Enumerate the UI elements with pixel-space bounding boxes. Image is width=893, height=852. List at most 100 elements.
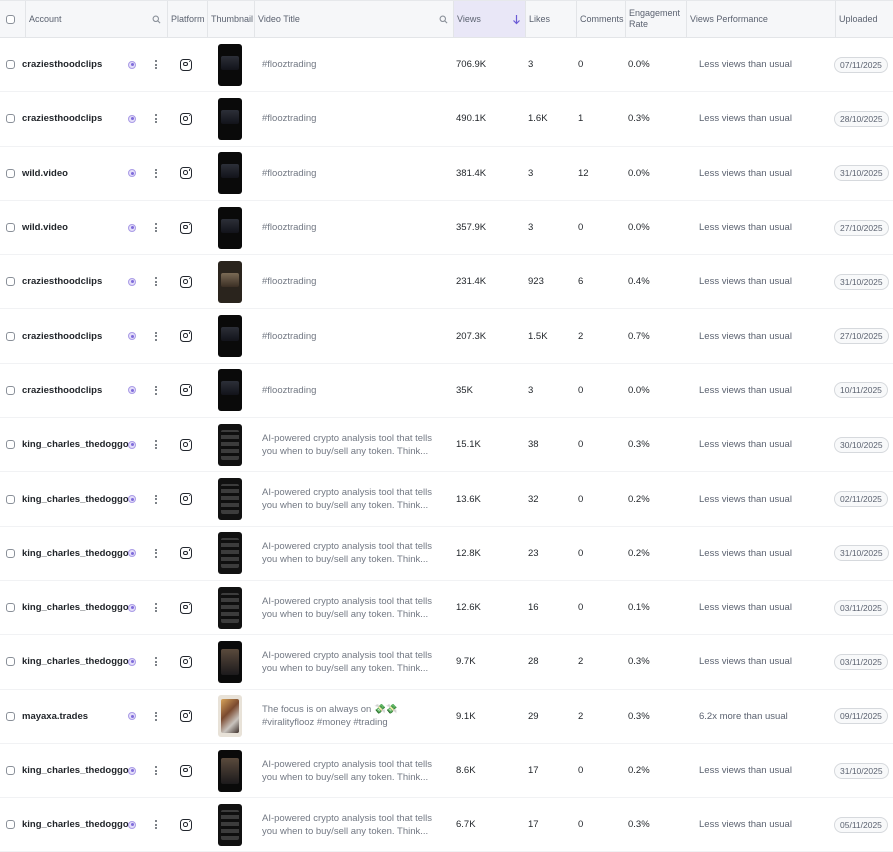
video-thumbnail[interactable] [218,309,242,362]
instagram-icon[interactable] [180,690,192,743]
video-thumbnail[interactable] [218,201,242,254]
title-search-icon[interactable] [439,1,448,37]
account-name[interactable]: king_charles_thedoggo [22,418,129,471]
more-vertical-icon[interactable] [155,255,157,308]
table-row[interactable]: craziesthoodclips #flooztrading 231.4K 9… [0,255,893,310]
col-uploaded[interactable]: Uploaded [835,1,893,37]
select-all-checkbox[interactable] [6,1,15,37]
video-title[interactable]: #flooztrading [262,147,444,200]
col-video-title[interactable]: Video Title [254,1,453,37]
more-vertical-icon[interactable] [155,309,157,362]
video-title[interactable]: #flooztrading [262,309,444,362]
row-checkbox[interactable] [6,472,15,525]
video-thumbnail[interactable] [218,255,242,308]
account-name[interactable]: mayaxa.trades [22,690,88,743]
table-row[interactable]: mayaxa.trades The focus is on always on … [0,690,893,744]
table-row[interactable]: king_charles_thedoggo AI-powered crypto … [0,744,893,799]
instagram-icon[interactable] [180,581,192,634]
table-row[interactable]: king_charles_thedoggo AI-powered crypto … [0,798,893,852]
col-views-performance[interactable]: Views Performance [686,1,835,37]
video-thumbnail[interactable] [218,418,242,471]
video-title[interactable]: AI-powered crypto analysis tool that tel… [262,581,444,634]
row-checkbox[interactable] [6,798,15,851]
table-row[interactable]: craziesthoodclips #flooztrading 490.1K 1… [0,92,893,147]
row-checkbox[interactable] [6,364,15,417]
col-thumbnail[interactable]: Thumbnail [207,1,254,37]
row-checkbox[interactable] [6,690,15,743]
more-vertical-icon[interactable] [155,744,157,797]
account-search-icon[interactable] [152,1,161,37]
row-checkbox[interactable] [6,635,15,688]
account-name[interactable]: craziesthoodclips [22,309,102,362]
account-name[interactable]: craziesthoodclips [22,38,102,91]
account-name[interactable]: craziesthoodclips [22,255,102,308]
more-vertical-icon[interactable] [155,418,157,471]
more-vertical-icon[interactable] [155,92,157,145]
col-likes[interactable]: Likes [525,1,576,37]
video-thumbnail[interactable] [218,581,242,634]
row-checkbox[interactable] [6,744,15,797]
video-thumbnail[interactable] [218,798,242,851]
table-row[interactable]: craziesthoodclips #flooztrading 706.9K 3… [0,38,893,93]
row-checkbox[interactable] [6,581,15,634]
video-thumbnail[interactable] [218,635,242,688]
account-name[interactable]: wild.video [22,201,68,254]
video-title[interactable]: AI-powered crypto analysis tool that tel… [262,527,444,580]
more-vertical-icon[interactable] [155,364,157,417]
account-name[interactable]: king_charles_thedoggo [22,798,129,851]
video-title[interactable]: AI-powered crypto analysis tool that tel… [262,798,444,851]
sort-desc-icon[interactable] [512,1,521,37]
instagram-icon[interactable] [180,364,192,417]
video-title[interactable]: #flooztrading [262,38,444,91]
row-checkbox[interactable] [6,418,15,471]
account-name[interactable]: king_charles_thedoggo [22,744,129,797]
col-engagement-rate[interactable]: Engagement Rate [625,1,686,37]
video-thumbnail[interactable] [218,744,242,797]
video-thumbnail[interactable] [218,38,242,91]
row-checkbox[interactable] [6,255,15,308]
video-thumbnail[interactable] [218,147,242,200]
row-checkbox[interactable] [6,92,15,145]
row-checkbox[interactable] [6,38,15,91]
video-title[interactable]: AI-powered crypto analysis tool that tel… [262,418,444,471]
table-row[interactable]: king_charles_thedoggo AI-powered crypto … [0,527,893,581]
instagram-icon[interactable] [180,92,192,145]
video-title[interactable]: #flooztrading [262,92,444,145]
more-vertical-icon[interactable] [155,38,157,91]
video-title[interactable]: AI-powered crypto analysis tool that tel… [262,744,444,797]
more-vertical-icon[interactable] [155,690,157,743]
video-thumbnail[interactable] [218,527,242,580]
video-title[interactable]: AI-powered crypto analysis tool that tel… [262,635,444,688]
row-checkbox[interactable] [6,147,15,200]
table-row[interactable]: craziesthoodclips #flooztrading 35K 3 0 … [0,364,893,419]
video-title[interactable]: #flooztrading [262,201,444,254]
account-name[interactable]: king_charles_thedoggo [22,635,129,688]
video-title[interactable]: #flooztrading [262,364,444,417]
table-row[interactable]: wild.video #flooztrading 381.4K 3 12 0.0… [0,147,893,201]
instagram-icon[interactable] [180,309,192,362]
video-title[interactable]: #flooztrading [262,255,444,308]
video-thumbnail[interactable] [218,690,242,743]
instagram-icon[interactable] [180,255,192,308]
more-vertical-icon[interactable] [155,798,157,851]
table-row[interactable]: wild.video #flooztrading 357.9K 3 0 0.0%… [0,201,893,256]
col-account[interactable]: Account [25,1,167,37]
instagram-icon[interactable] [180,744,192,797]
video-title[interactable]: The focus is on always on 💸💸 #viralityfl… [262,690,444,743]
video-thumbnail[interactable] [218,364,242,417]
col-platform[interactable]: Platform [167,1,207,37]
col-comments[interactable]: Comments [576,1,625,37]
more-vertical-icon[interactable] [155,527,157,580]
table-row[interactable]: king_charles_thedoggo AI-powered crypto … [0,581,893,636]
video-thumbnail[interactable] [218,92,242,145]
instagram-icon[interactable] [180,635,192,688]
row-checkbox[interactable] [6,201,15,254]
more-vertical-icon[interactable] [155,581,157,634]
instagram-icon[interactable] [180,798,192,851]
more-vertical-icon[interactable] [155,147,157,200]
instagram-icon[interactable] [180,38,192,91]
account-name[interactable]: king_charles_thedoggo [22,527,129,580]
video-title[interactable]: AI-powered crypto analysis tool that tel… [262,472,444,525]
account-name[interactable]: craziesthoodclips [22,364,102,417]
more-vertical-icon[interactable] [155,472,157,525]
